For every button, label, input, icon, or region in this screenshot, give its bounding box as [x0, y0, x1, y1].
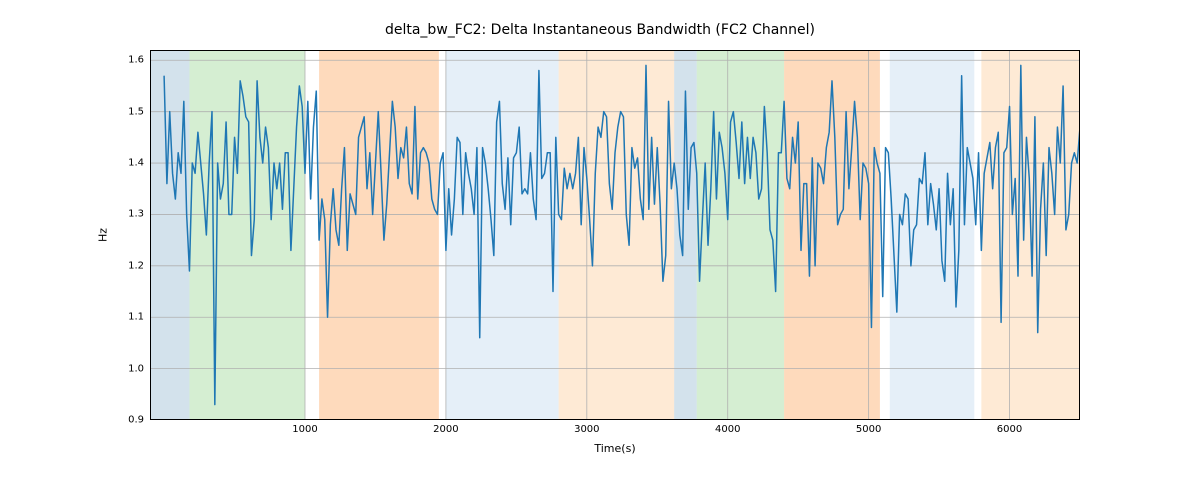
figure: delta_bw_FC2: Delta Instantaneous Bandwi…	[0, 0, 1200, 500]
y-tick-label: 1.2	[128, 260, 144, 271]
x-tick-label: 5000	[856, 424, 881, 435]
y-tick-label: 1.3	[128, 209, 144, 220]
x-tick-label: 4000	[715, 424, 740, 435]
y-tick-label: 1.6	[128, 55, 144, 66]
y-tick-label: 0.9	[128, 415, 144, 426]
x-axis-label: Time(s)	[150, 442, 1080, 455]
y-tick-label: 1.5	[128, 106, 144, 117]
data-line	[150, 50, 1080, 420]
x-tick-label: 3000	[574, 424, 599, 435]
y-tick-label: 1.0	[128, 363, 144, 374]
y-tick-label: 1.1	[128, 312, 144, 323]
y-axis-label: Hz	[97, 228, 110, 242]
axes: Time(s) Hz 100020003000400050006000 0.91…	[150, 50, 1080, 420]
chart-title: delta_bw_FC2: Delta Instantaneous Bandwi…	[0, 22, 1200, 38]
x-tick-label: 6000	[997, 424, 1022, 435]
x-tick-label: 2000	[433, 424, 458, 435]
y-tick-label: 1.4	[128, 158, 144, 169]
x-tick-label: 1000	[292, 424, 317, 435]
